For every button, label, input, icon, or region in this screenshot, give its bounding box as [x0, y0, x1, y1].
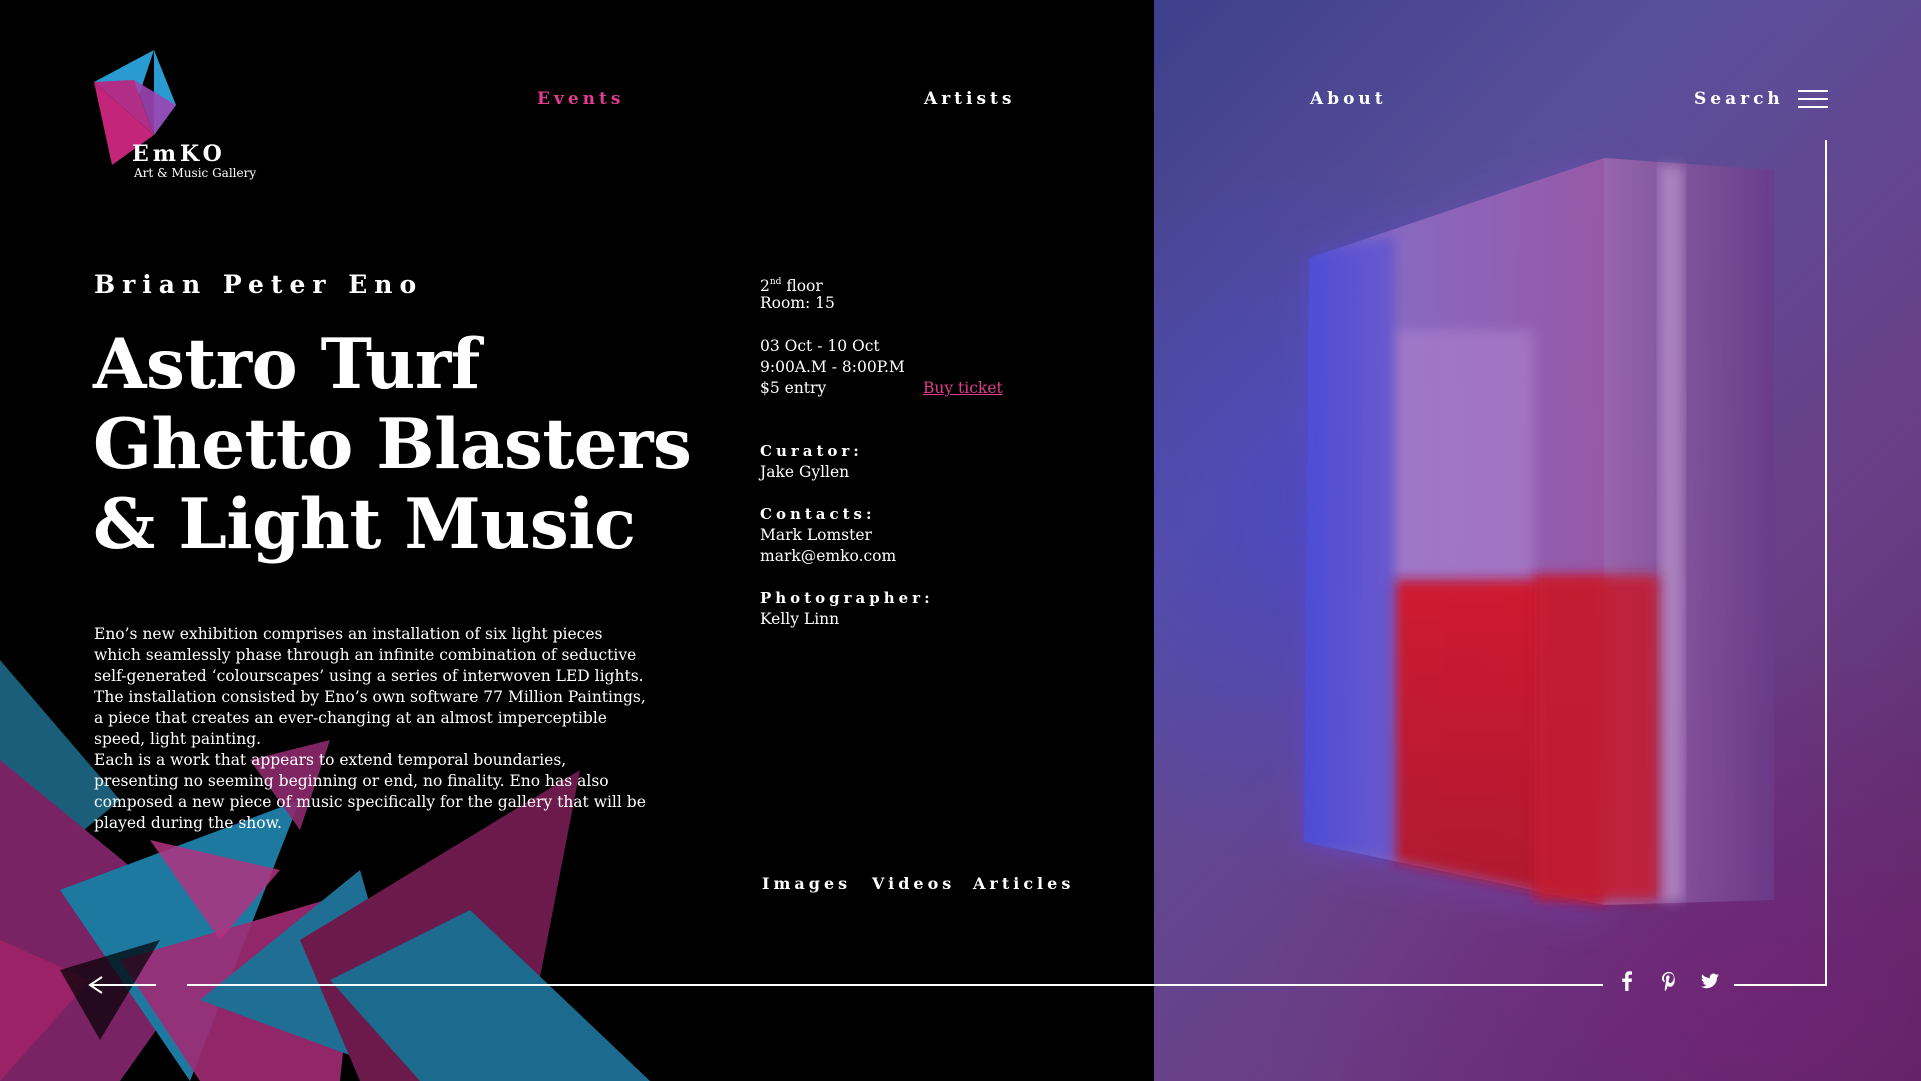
tab-articles[interactable]: Articles: [973, 874, 1074, 893]
curator-label: Curator:: [760, 442, 863, 460]
photographer-name: Kelly Linn: [760, 610, 840, 628]
buy-ticket-link[interactable]: Buy ticket: [923, 378, 1003, 399]
brand-subtitle: Art & Music Gallery: [134, 166, 257, 180]
photographer-label: Photographer:: [760, 589, 934, 607]
bottom-divider-right: [1734, 984, 1827, 986]
title-line: & Light Music: [93, 484, 636, 565]
contact-name: Mark Lomster: [760, 526, 872, 544]
facebook-icon[interactable]: [1616, 970, 1638, 992]
artwork-image: [1154, 0, 1921, 1081]
nav-about[interactable]: About: [1310, 89, 1387, 109]
bottom-divider: [187, 984, 1603, 986]
back-arrow-icon[interactable]: [88, 975, 158, 995]
nav-events[interactable]: Events: [537, 89, 624, 109]
brand-name: EmKO: [132, 141, 226, 167]
event-dates: 03 Oct - 10 Oct: [760, 337, 880, 355]
title-line: Astro Turf: [93, 324, 480, 405]
nav-artists[interactable]: Artists: [924, 89, 1015, 109]
tab-videos[interactable]: Videos: [872, 874, 955, 893]
description-paragraph: Eno’s new exhibition comprises an instal…: [94, 625, 646, 748]
contacts-label: Contacts:: [760, 505, 876, 523]
title-line: Ghetto Blasters: [93, 404, 692, 485]
nav-search[interactable]: Search: [1694, 89, 1784, 109]
tab-images[interactable]: Images: [762, 874, 851, 893]
twitter-icon[interactable]: [1699, 970, 1721, 992]
curator-name: Jake Gyllen: [760, 463, 850, 481]
room-info: Room: 15: [760, 294, 835, 312]
entry-price: $5 entry: [760, 379, 827, 397]
frame-vertical-line: [1825, 140, 1827, 986]
event-hours: 9:00A.M - 8:00P.M: [760, 358, 905, 376]
contact-email[interactable]: mark@emko.com: [760, 546, 896, 567]
description-paragraph: Each is a work that appears to extend te…: [94, 751, 646, 832]
pinterest-icon[interactable]: [1658, 970, 1680, 992]
hamburger-menu-icon[interactable]: [1798, 90, 1828, 110]
artist-name: Brian Peter Eno: [94, 270, 424, 299]
exhibition-title: Astro Turf Ghetto Blasters & Light Music: [93, 324, 692, 565]
